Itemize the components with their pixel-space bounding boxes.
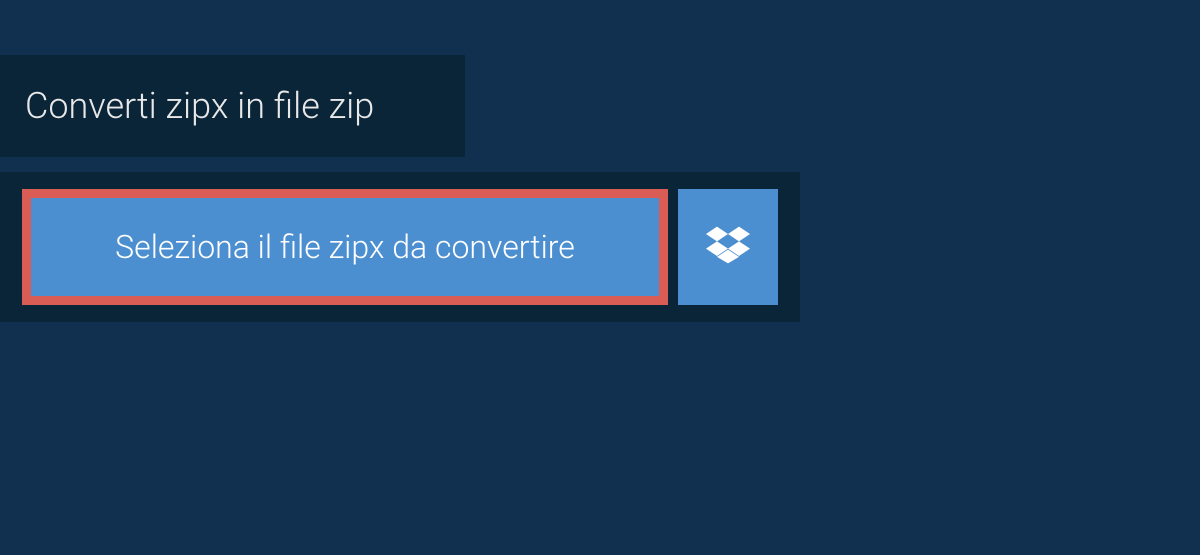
action-container: Seleziona il file zipx da convertire (0, 172, 800, 322)
page-title: Converti zipx in file zip (25, 85, 440, 127)
select-file-button[interactable]: Seleziona il file zipx da convertire (22, 189, 668, 305)
select-file-label: Seleziona il file zipx da convertire (115, 228, 575, 266)
dropbox-icon (706, 223, 750, 271)
dropbox-button[interactable] (678, 189, 778, 305)
header-panel: Converti zipx in file zip (0, 55, 465, 157)
